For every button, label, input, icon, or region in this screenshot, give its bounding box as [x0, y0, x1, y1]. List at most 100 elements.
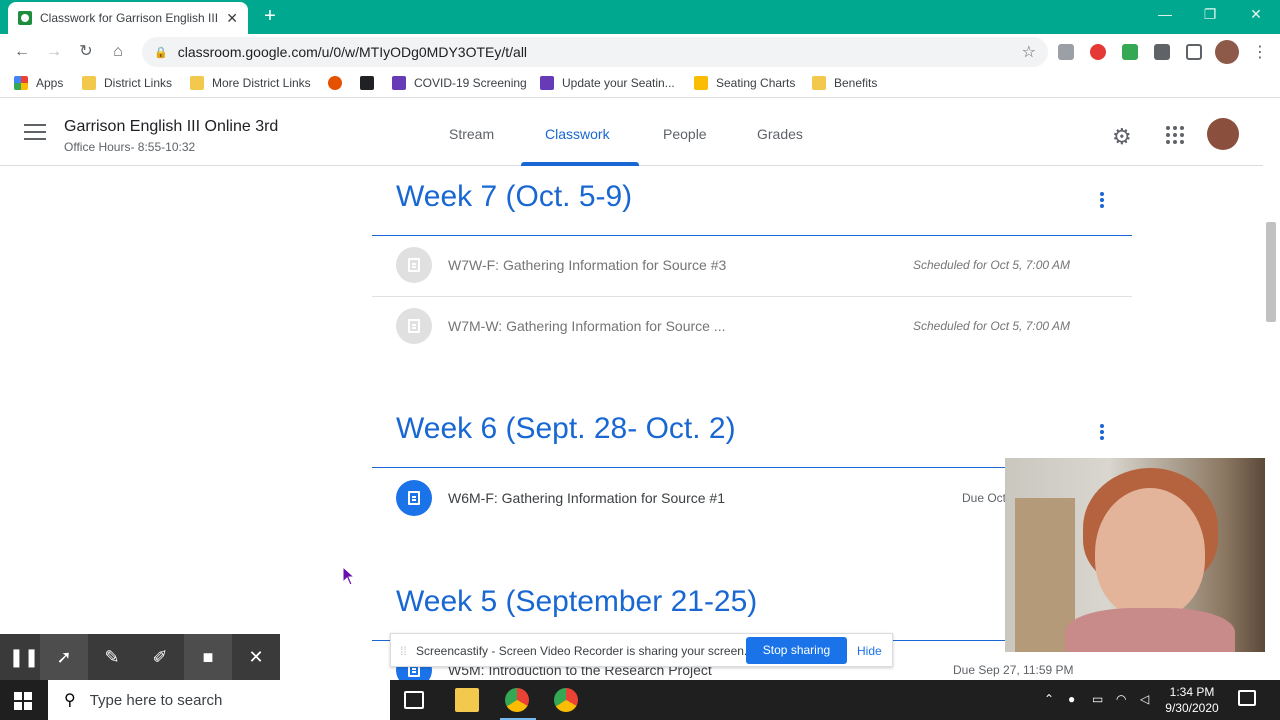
highlighter-tool-icon[interactable]: ✐ [136, 634, 184, 680]
hide-button[interactable]: Hide [857, 644, 882, 658]
page-scrollbar-thumb[interactable] [1266, 222, 1276, 322]
bookmark-star-icon[interactable]: ☆ [1022, 42, 1036, 62]
taskbar-clock[interactable]: 1:34 PM 9/30/2020 [1160, 684, 1224, 716]
tab-classwork[interactable]: Classwork [545, 126, 610, 142]
bookmark-covid-screening[interactable]: COVID-19 Screening [392, 76, 527, 90]
screen-sharing-banner: ⁞⁞ Screencastify - Screen Video Recorder… [390, 633, 893, 667]
cast-icon[interactable] [1186, 44, 1202, 60]
assignment-schedule: Scheduled for Oct 5, 7:00 AM [913, 258, 1070, 272]
extension-d-icon[interactable] [1058, 44, 1074, 60]
windows-start-icon[interactable] [14, 692, 32, 710]
battery-icon[interactable]: ▭ [1092, 692, 1103, 706]
reload-icon[interactable]: ↻ [76, 42, 96, 62]
bookmark-label: Update your Seatin... [562, 76, 675, 90]
home-icon[interactable]: ⌂ [108, 42, 128, 62]
minimize-icon[interactable]: — [1155, 6, 1175, 22]
taskbar-search[interactable]: ⚲ Type here to search [48, 680, 390, 720]
browser-profile-avatar[interactable] [1215, 40, 1239, 64]
bookmark-label: Benefits [834, 76, 878, 90]
task-view-icon[interactable] [404, 691, 424, 709]
topic-title[interactable]: Week 7 (Oct. 5-9) [396, 180, 632, 214]
bookmark-chrome-icon[interactable] [328, 76, 342, 90]
class-name[interactable]: Garrison English III Online 3rd [64, 118, 278, 136]
microphone-icon[interactable]: ● [1068, 692, 1075, 706]
search-placeholder: Type here to search [89, 691, 223, 709]
wifi-icon[interactable]: ◠ [1116, 692, 1126, 706]
settings-gear-icon[interactable]: ⚙ [1112, 124, 1132, 150]
close-toolbar-icon[interactable]: ✕ [232, 634, 280, 680]
folder-icon [190, 76, 204, 90]
webcam-toggle-icon[interactable]: ■ [184, 634, 232, 680]
bookmarks-bar: Apps District Links More District Links … [0, 70, 1280, 98]
assignment-title[interactable]: W7M-W: Gathering Information for Source … [448, 318, 726, 334]
bookmark-update-seating[interactable]: Update your Seatin... [540, 76, 675, 90]
bookmark-apps[interactable]: Apps [14, 76, 63, 90]
assignment-icon [396, 247, 432, 283]
volume-icon[interactable]: ◁ [1140, 692, 1149, 706]
tab-stream[interactable]: Stream [449, 126, 494, 142]
bookmark-district-links[interactable]: District Links [82, 76, 172, 90]
bookmark-seating-charts[interactable]: Seating Charts [694, 76, 795, 90]
browser-menu-icon[interactable]: ⋮ [1252, 42, 1268, 62]
row-divider [372, 296, 1132, 297]
tab-people[interactable]: People [663, 126, 707, 142]
screencastify-extension-icon[interactable] [1090, 44, 1106, 60]
folder-icon [812, 76, 826, 90]
webcam-overlay[interactable] [1005, 458, 1265, 652]
new-tab-icon[interactable]: + [260, 6, 280, 26]
close-tab-icon[interactable]: ✕ [226, 10, 238, 27]
account-avatar[interactable] [1207, 118, 1239, 150]
topic-title[interactable]: Week 5 (September 21-25) [396, 585, 757, 619]
pen-tool-icon[interactable]: ✎ [88, 634, 136, 680]
chrome-taskbar-icon-2[interactable] [554, 688, 578, 712]
folder-icon [82, 76, 96, 90]
notifications-icon[interactable] [1238, 690, 1256, 706]
extension-green-icon[interactable] [1122, 44, 1138, 60]
close-window-icon[interactable]: ✕ [1246, 6, 1266, 23]
bookmark-more-district-links[interactable]: More District Links [190, 76, 311, 90]
restore-icon[interactable]: ❐ [1200, 6, 1220, 23]
address-bar[interactable]: 🔒 classroom.google.com/u/0/w/MTIyODg0MDY… [142, 37, 1048, 67]
windows-taskbar: ⚲ Type here to search ⌃ ● ▭ ◠ ◁ 1:34 PM … [0, 680, 1280, 720]
active-tab-indicator [521, 162, 639, 166]
bookmark-benefits[interactable]: Benefits [812, 76, 877, 90]
main-menu-icon[interactable] [24, 124, 46, 142]
extensions-puzzle-icon[interactable] [1154, 44, 1170, 60]
lock-icon: 🔒 [154, 46, 168, 59]
bookmark-label: Apps [36, 76, 64, 90]
assignment-icon [396, 480, 432, 516]
topic-title[interactable]: Week 6 (Sept. 28- Oct. 2) [396, 412, 736, 446]
graduation-cap-icon [360, 76, 374, 90]
browser-tab[interactable]: Classwork for Garrison English III ✕ [8, 2, 248, 34]
page-scrollbar-track[interactable] [1263, 102, 1280, 680]
drag-handle-icon[interactable]: ⁞⁞ [400, 644, 407, 658]
stop-sharing-button[interactable]: Stop sharing [746, 637, 847, 664]
bookmark-graduation-icon[interactable] [360, 76, 374, 90]
topic-more-options-icon[interactable] [1100, 192, 1106, 210]
back-icon[interactable]: ← [12, 42, 32, 62]
topic-more-options-icon[interactable] [1100, 424, 1106, 442]
browser-tab-strip: Classwork for Garrison English III ✕ + —… [0, 0, 1280, 34]
tab-grades[interactable]: Grades [757, 126, 803, 142]
bookmark-label: Seating Charts [716, 76, 796, 90]
clock-time: 1:34 PM [1169, 685, 1215, 699]
browser-tab-title: Classwork for Garrison English III [40, 11, 219, 25]
forms-icon [392, 76, 406, 90]
browser-toolbar: ← → ↻ ⌂ 🔒 classroom.google.com/u/0/w/MTI… [0, 34, 1280, 70]
forms-icon [540, 76, 554, 90]
chrome-taskbar-icon[interactable] [505, 688, 529, 712]
bookmark-label: COVID-19 Screening [414, 76, 527, 90]
assignment-title[interactable]: W7W-F: Gathering Information for Source … [448, 257, 726, 273]
webcam-person-face [1095, 488, 1205, 618]
forward-icon[interactable]: → [44, 42, 64, 62]
google-apps-icon[interactable] [1166, 126, 1184, 144]
classroom-header: Garrison English III Online 3rd Office H… [0, 102, 1280, 166]
tray-chevron-icon[interactable]: ⌃ [1044, 692, 1054, 706]
assignment-title[interactable]: W6M-F: Gathering Information for Source … [448, 490, 725, 506]
classroom-favicon-icon [18, 11, 32, 25]
search-icon: ⚲ [64, 692, 76, 709]
pointer-tool-icon[interactable]: ➚ [40, 634, 88, 680]
bookmark-label: More District Links [212, 76, 311, 90]
file-explorer-icon[interactable] [455, 688, 479, 712]
topic-divider [372, 235, 1132, 236]
